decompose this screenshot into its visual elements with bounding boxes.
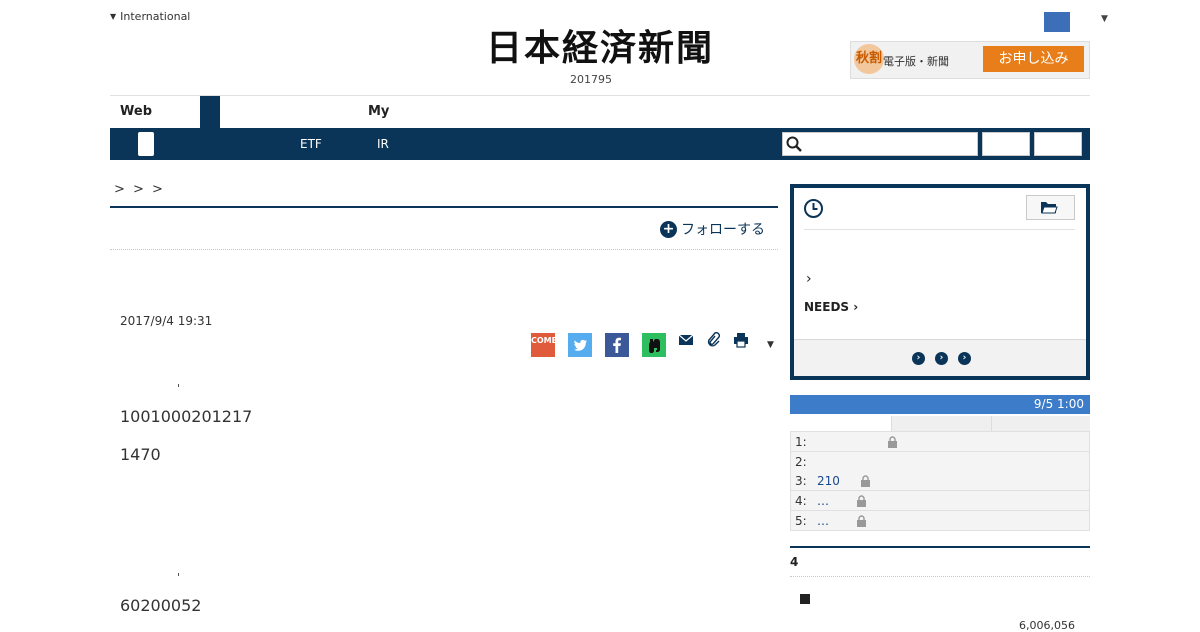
text-mark xyxy=(178,384,179,387)
lock-icon xyxy=(888,436,897,448)
chevron-right-icon[interactable]: › xyxy=(806,271,812,287)
promo-badge: 秋割 xyxy=(854,44,884,74)
clip-icon[interactable] xyxy=(706,332,720,348)
section-number: 6,006,056 xyxy=(1019,619,1075,632)
search-option-button[interactable] xyxy=(1034,132,1082,156)
article-paragraph: 1470 xyxy=(120,445,161,464)
chevron-right-icon[interactable]: › xyxy=(935,352,948,365)
clock-icon xyxy=(804,199,823,218)
print-icon[interactable] xyxy=(733,332,749,348)
lock-icon xyxy=(857,495,866,507)
text-mark xyxy=(178,573,179,576)
chevron-right-icon[interactable]: › xyxy=(958,352,971,365)
subscription-promo[interactable]: 秋割 電子版・新聞 お申し込み xyxy=(850,41,1090,79)
international-label: International xyxy=(120,10,191,23)
header-divider xyxy=(110,95,1090,96)
follow-label: フォローする xyxy=(681,222,765,238)
ranking-tab[interactable] xyxy=(991,416,1090,431)
article-paragraph: 1001000201217 xyxy=(120,407,253,426)
rank-number: 3: xyxy=(795,474,807,488)
search-icon[interactable] xyxy=(786,136,802,152)
international-menu[interactable]: ▼ International xyxy=(110,10,190,23)
mail-icon[interactable] xyxy=(678,333,694,347)
account-button[interactable] xyxy=(1044,12,1070,32)
account-chevron-down-icon[interactable]: ▼ xyxy=(1101,14,1108,24)
ranking-row[interactable]: 4: … xyxy=(790,491,1090,511)
plus-icon: + xyxy=(660,220,677,238)
lock-icon xyxy=(857,515,866,527)
search-input[interactable] xyxy=(804,133,974,155)
come-share-icon[interactable]: COME xyxy=(531,333,557,357)
evernote-icon[interactable] xyxy=(642,333,666,357)
breadcrumb-divider xyxy=(110,206,778,208)
rank-title[interactable]: … xyxy=(817,514,829,528)
article-paragraph: 60200052 xyxy=(120,596,202,615)
lock-icon xyxy=(861,475,870,487)
rank-title[interactable]: 210 xyxy=(817,474,840,488)
promo-text: 電子版・新聞 xyxy=(883,55,949,68)
ranking-row[interactable]: 1: xyxy=(790,432,1090,452)
nav-item-etf[interactable]: ETF xyxy=(300,128,322,160)
chevron-right-icon[interactable]: › xyxy=(912,352,925,365)
breadcrumb[interactable]: > > > xyxy=(114,182,165,197)
rank-number: 5: xyxy=(795,514,807,528)
ranking-row[interactable]: 5: … xyxy=(790,511,1090,531)
caret-down-icon: ▼ xyxy=(110,12,117,21)
rank-number: 4: xyxy=(795,494,807,508)
rank-number: 1: xyxy=(795,435,807,449)
section-title: 4 xyxy=(790,555,799,569)
folder-icon xyxy=(1041,202,1058,214)
ranking-tabs xyxy=(790,415,1090,432)
panel-divider xyxy=(804,229,1075,230)
rank-title[interactable]: … xyxy=(817,494,829,508)
ranking-row[interactable]: 3: 210 xyxy=(790,471,1090,491)
ranking-row[interactable]: 2: xyxy=(790,452,1090,472)
subscribe-button[interactable]: お申し込み xyxy=(983,46,1084,72)
section-divider xyxy=(790,546,1090,548)
edition-number: 201795 xyxy=(570,73,612,86)
section-dotted-divider xyxy=(790,576,1090,577)
ranking-tab[interactable] xyxy=(891,416,991,431)
tab-web[interactable]: Web xyxy=(110,96,198,128)
follow-button[interactable]: + フォローする xyxy=(660,219,765,239)
needs-link[interactable]: NEEDS › xyxy=(804,300,858,314)
twitter-icon[interactable] xyxy=(568,333,592,357)
share-more-chevron-down-icon[interactable]: ▼ xyxy=(767,340,774,350)
square-bullet-icon xyxy=(800,594,810,604)
ranking-header: 9/5 1:00 xyxy=(790,395,1090,414)
rank-number: 2: xyxy=(795,455,807,469)
nav-item-ir[interactable]: IR xyxy=(377,128,389,160)
article-divider xyxy=(110,249,778,250)
tab-my[interactable]: My xyxy=(368,96,389,128)
facebook-icon[interactable] xyxy=(605,333,629,357)
nav-home-item[interactable] xyxy=(138,132,154,156)
search-submit-button[interactable] xyxy=(982,132,1030,156)
article-date: 2017/9/4 19:31 xyxy=(120,314,213,328)
tab-active-indicator[interactable] xyxy=(200,96,220,128)
nikkei-logo[interactable]: 日本経済新聞 xyxy=(455,26,745,70)
